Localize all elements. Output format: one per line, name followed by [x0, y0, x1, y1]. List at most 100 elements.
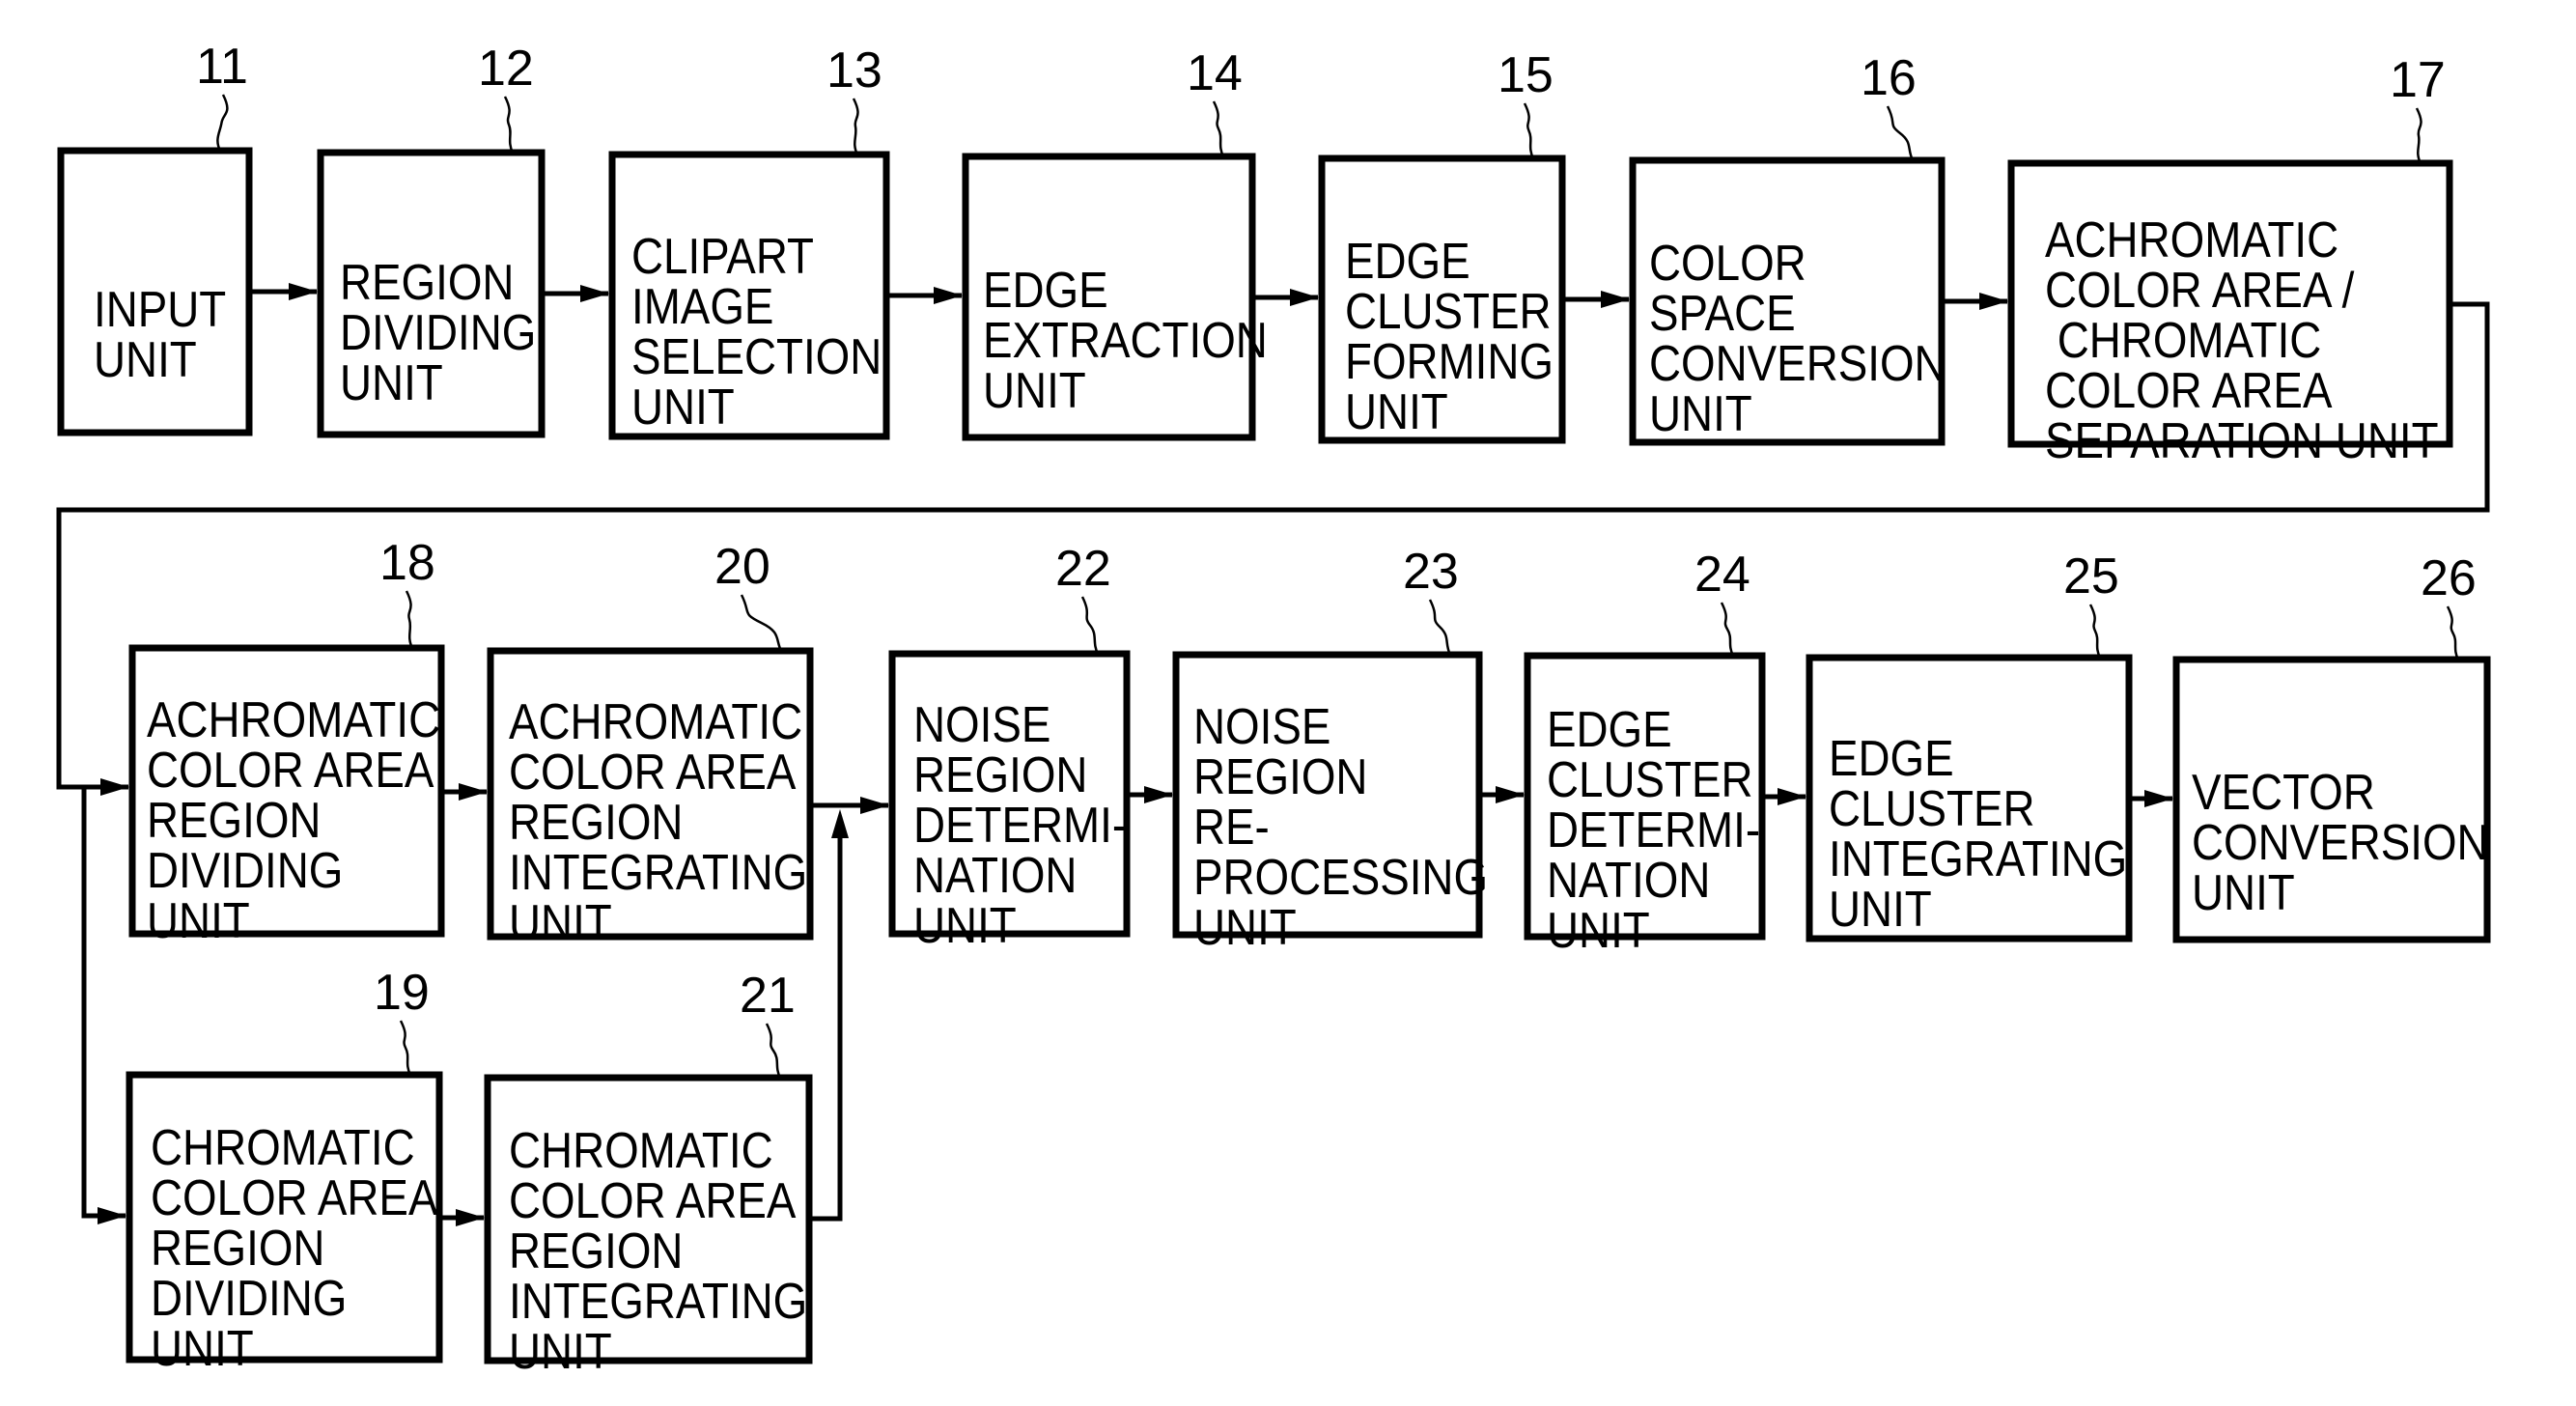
block-label-line: VECTOR	[2192, 765, 2375, 820]
block-label-line: ACHROMATIC	[2045, 212, 2338, 267]
block-13: CLIPART IMAGE SELECTION UNIT 13	[608, 42, 890, 440]
block-label-line: SEPARATION UNIT	[2045, 413, 2439, 468]
block-label-line: REGION	[509, 795, 683, 850]
leader-line	[1523, 102, 1535, 159]
arrowhead-13-14	[934, 287, 963, 304]
block-label-line: UNIT	[983, 363, 1086, 418]
block-label-line: NATION	[913, 848, 1077, 903]
block-26: VECTOR CONVERSION UNIT 26	[2172, 550, 2491, 943]
block-label-line: CHROMATIC	[151, 1120, 415, 1175]
block-24: EDGE CLUSTER DETERMI-NATION UNIT 24	[1524, 547, 1766, 959]
block-label-line: UNIT	[509, 895, 612, 950]
block-label-line: NOISE	[1193, 699, 1330, 754]
reference-number: 13	[826, 42, 882, 98]
block-label-line: EXTRACTION	[983, 313, 1268, 368]
block-label-line: DETERMI-	[913, 798, 1127, 853]
block-label-line: NOISE	[913, 697, 1050, 752]
block-label-line: PROCESSING	[1193, 850, 1488, 905]
arrowhead-11-12	[289, 283, 318, 300]
block-label-line: COLOR AREA	[2045, 363, 2333, 418]
block-19: CHROMATIC COLOR AREA REGION DIVIDING UNIT 19	[126, 965, 443, 1377]
block-23: NOISE REGION RE-PROCESSING UNIT 23	[1172, 544, 1488, 956]
arrowhead-18-20	[459, 783, 488, 801]
arrowhead-17-19	[98, 1207, 126, 1224]
arrowhead-19-21	[456, 1209, 485, 1226]
block-label-line: SELECTION	[631, 329, 882, 384]
arrowhead-25-26	[2144, 790, 2173, 807]
block-label-line: INTEGRATING	[509, 1274, 807, 1329]
arrowhead-15-16	[1601, 291, 1630, 308]
block-label-line: UNIT	[151, 1321, 254, 1376]
block-21: CHROMATIC COLOR AREA REGION INTEGRATING UNIT…	[484, 968, 813, 1380]
block-label-line: DIVIDING	[340, 305, 536, 360]
block-label-line: REGION	[913, 747, 1087, 802]
block-label-line: CLUSTER	[1547, 752, 1753, 807]
block-22: NOISE REGION DETERMI-NATION UNIT 22	[888, 541, 1131, 954]
reference-number: 22	[1055, 541, 1111, 597]
block-label-line: COLOR AREA /	[2045, 263, 2355, 318]
block-label-line: REGION	[509, 1223, 683, 1279]
block-label-line: COLOR AREA	[509, 1173, 797, 1228]
arrowhead-21-22	[831, 809, 849, 838]
block-label-line: UNIT	[631, 380, 735, 435]
block-label-line: UNIT	[1345, 384, 1448, 439]
leader-line	[2446, 605, 2460, 661]
connector-21-22	[809, 838, 843, 1222]
block-label-line: CHROMATIC	[2045, 313, 2321, 368]
block-label-line: UNIT	[913, 898, 1017, 953]
leader-line	[405, 590, 414, 649]
block-label-line: RE-	[1193, 800, 1270, 855]
reference-number: 15	[1498, 47, 1554, 103]
leader-line	[503, 96, 515, 154]
reference-number: 17	[2390, 52, 2446, 108]
reference-number: 23	[1403, 544, 1459, 600]
block-label-line: UNIT	[2192, 865, 2295, 920]
leader-line	[1212, 100, 1225, 157]
block-label-line: CLUSTER	[1345, 284, 1552, 339]
block-label-line: SPACE	[1649, 286, 1796, 341]
block-label-line: COLOR AREA	[509, 745, 797, 800]
block-label-line: DETERMI-	[1547, 802, 1760, 858]
block-20: ACHROMATIC COLOR AREA REGION INTEGRATING UNI…	[487, 539, 814, 951]
block-label-line: EDGE	[1547, 702, 1672, 757]
reference-number: 20	[714, 539, 770, 595]
blocks: INPUT UNIT11REGION DIVIDING UNIT12CLIPART IM…	[57, 39, 2491, 1380]
block-label-line: REGION	[340, 255, 514, 310]
block-label-line: FORMING	[1345, 334, 1554, 389]
block-label-line: UNIT	[1829, 882, 1932, 937]
block-17: ACHROMATIC COLOR AREA / CHROMATIC COLOR AR…	[2007, 52, 2453, 469]
reference-number: 11	[196, 39, 248, 95]
block-14: EDGE EXTRACTION UNIT 14	[962, 45, 1268, 441]
block-label-line: INPUT	[94, 282, 226, 337]
block-label-line: UNIT	[1193, 900, 1297, 955]
arrowhead-14-15	[1290, 289, 1319, 306]
block-label-line: DIVIDING	[151, 1271, 347, 1326]
block-label-line: UNIT	[509, 1324, 612, 1379]
block-label-line: INTEGRATING	[1829, 831, 2127, 886]
leader-line	[1720, 602, 1735, 657]
block-label-line: COLOR	[1649, 236, 1806, 291]
block-label-line: UNIT	[1649, 386, 1752, 441]
block-16: COLOR SPACE CONVERSION UNIT 16	[1629, 50, 1946, 446]
reference-number: 24	[1694, 547, 1750, 603]
leader-line	[1080, 596, 1100, 655]
reference-number: 16	[1861, 50, 1917, 106]
block-25: EDGE CLUSTER INTEGRATING UNIT 25	[1806, 548, 2133, 942]
block-label-line: REGION	[147, 793, 321, 848]
leader-line	[740, 594, 783, 652]
arrowhead-23-24	[1496, 786, 1525, 803]
reference-number: 26	[2421, 550, 2477, 606]
block-12: REGION DIVIDING UNIT 12	[317, 41, 546, 438]
connector-17-19	[81, 787, 126, 1219]
block-diagram: INPUT UNIT11REGION DIVIDING UNIT12CLIPART IM…	[56, 39, 2491, 1380]
block-label-line: DIVIDING	[147, 843, 343, 898]
arrowhead-22-23	[1144, 786, 1173, 803]
leader-line	[399, 1020, 412, 1076]
arrowhead-24-25	[1778, 788, 1806, 805]
reference-number: 14	[1187, 45, 1243, 101]
block-label-line: CHROMATIC	[509, 1123, 773, 1178]
block-11: INPUT UNIT 11	[57, 39, 253, 436]
block-label-line: NATION	[1547, 853, 1710, 908]
leader-line	[852, 98, 859, 155]
arrowhead-20-22	[860, 797, 889, 814]
